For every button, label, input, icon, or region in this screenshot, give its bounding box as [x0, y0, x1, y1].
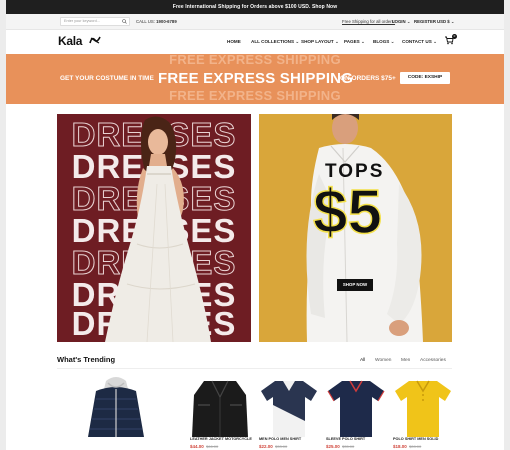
filter-all[interactable]: All — [360, 358, 365, 363]
call-us: CALL US: 1900-6789 — [136, 19, 177, 24]
nav-contact-us[interactable]: CONTACT US ⌄ — [402, 39, 437, 45]
promo-right-text: ON ORDERS $75+ — [340, 75, 396, 82]
call-label: CALL US: — [136, 19, 155, 24]
product-old-price: $66.00 — [206, 444, 219, 449]
register-link[interactable]: REGISTER — [414, 19, 436, 24]
dresses-banner[interactable]: DRESSES DRESSES DRESSES DRESSES DRESSES … — [57, 114, 251, 342]
dress-model-image — [105, 116, 211, 342]
currency-selector[interactable]: USD $ ⌄ — [437, 19, 454, 25]
section-divider — [57, 368, 452, 369]
chevron-down-icon: ⌄ — [361, 39, 365, 44]
tops-price: $5 — [312, 178, 382, 247]
nav-label: PAGES — [344, 39, 360, 44]
nav-shop-layout[interactable]: SHOP LAYOUT ⌄ — [301, 39, 339, 45]
logo-mark-icon — [89, 36, 101, 44]
promo-left-text: GET YOUR COSTUME IN TIME — [60, 75, 154, 82]
product-price: $25.00 — [326, 444, 340, 449]
product-card[interactable]: LEATHER JACKET MOTORCYCLE $44.00 $66.00 — [186, 375, 254, 450]
chevron-down-icon: ⌄ — [295, 39, 300, 44]
promo-ghost-text: FREE EXPRESS SHIPPING — [169, 88, 341, 103]
product-old-price: $35.00 — [342, 444, 355, 449]
product-image — [261, 381, 317, 437]
product-image — [192, 380, 248, 437]
login-label: LOGIN — [392, 19, 406, 24]
shop-now-button[interactable]: SHOP NOW — [337, 279, 373, 291]
filter-men[interactable]: Men — [401, 358, 410, 363]
tops-banner[interactable]: TOPS $5 SHOP NOW — [259, 114, 452, 342]
product-price: $22.00 — [259, 444, 273, 449]
login-dropdown[interactable]: LOGIN ⌄ — [392, 19, 410, 25]
chevron-down-icon: ⌄ — [390, 39, 395, 44]
product-image — [327, 380, 385, 437]
filter-women[interactable]: Women — [375, 358, 391, 363]
currency-label: USD $ — [437, 19, 450, 24]
nav-label: CONTACT US — [402, 39, 432, 44]
trending-title: What's Trending — [57, 355, 116, 364]
search-placeholder: Enter your keyword... — [64, 19, 100, 23]
promo-ghost-text: FREE EXPRESS SHIPPING — [169, 54, 341, 67]
nav-all-collections[interactable]: ALL COLLECTIONS ⌄ — [251, 39, 299, 45]
product-card[interactable]: MEN POLO MEN SHIRT $22.00 $33.00 — [255, 375, 323, 450]
chevron-down-icon: ⌄ — [406, 19, 411, 24]
nav-label: ALL COLLECTIONS — [251, 39, 295, 44]
top-bar: Enter your keyword... CALL US: 1900-6789… — [6, 14, 504, 30]
chevron-down-icon: ⌄ — [433, 39, 437, 44]
product-image — [395, 380, 451, 437]
nav-label: BLOGS — [373, 39, 390, 44]
product-name[interactable]: POLO SHIRT MEN SOLID — [393, 437, 438, 441]
site-logo[interactable]: Kala — [58, 34, 82, 48]
search-input[interactable]: Enter your keyword... — [60, 17, 130, 26]
product-name[interactable]: LEATHER JACKET MOTORCYCLE — [190, 437, 252, 441]
chevron-down-icon: ⌄ — [450, 19, 455, 24]
product-card[interactable]: POLO SHIRT MEN SOLID $18.00 $28.00 — [389, 375, 457, 450]
promo-main-row: GET YOUR COSTUME IN TIME FREE EXPRESS SH… — [6, 70, 504, 88]
free-shipping-link[interactable]: Free Shipping for all orders! — [342, 19, 395, 24]
promo-banner[interactable]: FREE EXPRESS SHIPPING GET YOUR COSTUME I… — [6, 54, 504, 104]
product-name[interactable]: SLEEVE POLO SHIRT — [326, 437, 365, 441]
product-price: $18.00 — [393, 444, 407, 449]
search-icon[interactable] — [122, 19, 127, 24]
promo-code-badge[interactable]: CODE: EXSHIP — [400, 72, 450, 84]
main-header: Kala HOME ALL COLLECTIONS ⌄ SHOP LAYOUT … — [6, 30, 504, 54]
product-old-price: $28.00 — [409, 444, 422, 449]
cart-count-badge: 0 — [452, 34, 457, 39]
product-card[interactable] — [82, 375, 150, 450]
product-price: $44.00 — [190, 444, 204, 449]
nav-home[interactable]: HOME — [227, 39, 241, 44]
nav-blogs[interactable]: BLOGS ⌄ — [373, 39, 394, 45]
product-card[interactable]: SLEEVE POLO SHIRT $25.00 $35.00 — [322, 375, 390, 450]
chevron-down-icon: ⌄ — [334, 39, 339, 44]
product-image — [88, 377, 144, 437]
promo-headline: FREE EXPRESS SHIPPING — [158, 70, 354, 87]
call-number: 1900-6789 — [156, 19, 177, 24]
filter-accessories[interactable]: Accessories — [420, 358, 446, 363]
nav-pages[interactable]: PAGES ⌄ — [344, 39, 365, 45]
announcement-bar[interactable]: Free International Shipping for Orders a… — [6, 0, 504, 14]
nav-label: SHOP LAYOUT — [301, 39, 334, 44]
product-old-price: $33.00 — [275, 444, 288, 449]
product-name[interactable]: MEN POLO MEN SHIRT — [259, 437, 301, 441]
